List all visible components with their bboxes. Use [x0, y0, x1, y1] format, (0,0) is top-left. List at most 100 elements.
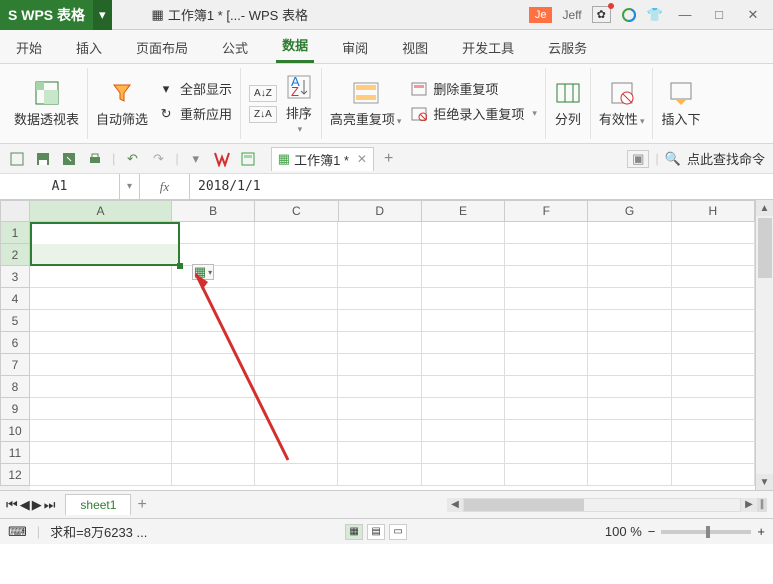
- cell-A12[interactable]: [30, 464, 172, 486]
- cell-B6[interactable]: [172, 332, 255, 354]
- col-header-B[interactable]: B: [172, 200, 255, 222]
- app-menu-dropdown[interactable]: ▾: [93, 0, 112, 30]
- cells-area[interactable]: 2018年1月2018年2月: [30, 222, 755, 486]
- cell-H8[interactable]: [672, 376, 755, 398]
- tab-view[interactable]: 视图: [396, 32, 434, 63]
- sort-button[interactable]: AZ 排序▾: [285, 73, 313, 135]
- row-header-4[interactable]: 4: [0, 288, 30, 310]
- validation-button[interactable]: 有效性▾: [599, 79, 645, 128]
- cell-E2[interactable]: [422, 244, 505, 266]
- cell-G10[interactable]: [588, 420, 671, 442]
- skin-icon[interactable]: 👕: [647, 7, 663, 23]
- row-header-5[interactable]: 5: [0, 310, 30, 332]
- cell-F1[interactable]: [505, 222, 588, 244]
- scroll-up-button[interactable]: ▲: [756, 200, 773, 216]
- fx-label[interactable]: fx: [140, 174, 190, 199]
- remove-dup-button[interactable]: 删除重复项: [411, 79, 537, 98]
- scroll-left-button[interactable]: ◀: [447, 498, 463, 512]
- cell-D4[interactable]: [338, 288, 421, 310]
- cell-A9[interactable]: [30, 398, 172, 420]
- cell-D12[interactable]: [338, 464, 421, 486]
- cell-E11[interactable]: [422, 442, 505, 464]
- cell-F8[interactable]: [505, 376, 588, 398]
- view-page-button[interactable]: ▤: [367, 524, 385, 540]
- formula-input[interactable]: 2018/1/1: [190, 174, 773, 199]
- cell-E7[interactable]: [422, 354, 505, 376]
- cell-E3[interactable]: [422, 266, 505, 288]
- cell-G2[interactable]: [588, 244, 671, 266]
- cell-F5[interactable]: [505, 310, 588, 332]
- cloud-icon[interactable]: [621, 7, 637, 23]
- sort-asc-button[interactable]: A↓Z: [249, 85, 277, 102]
- name-box-dropdown[interactable]: ▾: [120, 174, 140, 199]
- cell-D7[interactable]: [338, 354, 421, 376]
- input-mode-icon[interactable]: ⌨: [8, 524, 27, 540]
- minimize-button[interactable]: —: [673, 5, 697, 25]
- cell-B8[interactable]: [172, 376, 255, 398]
- cell-H5[interactable]: [672, 310, 755, 332]
- cell-H11[interactable]: [672, 442, 755, 464]
- cell-H7[interactable]: [672, 354, 755, 376]
- cell-A6[interactable]: [30, 332, 172, 354]
- save-button[interactable]: [34, 150, 52, 168]
- cell-H4[interactable]: [672, 288, 755, 310]
- cell-F2[interactable]: [505, 244, 588, 266]
- saveas-button[interactable]: [60, 150, 78, 168]
- cell-G7[interactable]: [588, 354, 671, 376]
- autofill-options-button[interactable]: ▦▾: [192, 264, 214, 280]
- cell-C11[interactable]: [255, 442, 338, 464]
- col-header-G[interactable]: G: [588, 200, 671, 222]
- cell-C6[interactable]: [255, 332, 338, 354]
- autofilter-button[interactable]: 自动筛选: [96, 79, 148, 128]
- row-header-2[interactable]: 2: [0, 244, 30, 266]
- hscroll-thumb[interactable]: [464, 499, 584, 511]
- cell-B4[interactable]: [172, 288, 255, 310]
- row-header-7[interactable]: 7: [0, 354, 30, 376]
- cell-C8[interactable]: [255, 376, 338, 398]
- cell-H10[interactable]: [672, 420, 755, 442]
- cell-A8[interactable]: [30, 376, 172, 398]
- tab-cloud[interactable]: 云服务: [542, 32, 593, 63]
- redo-button[interactable]: ↷: [149, 150, 167, 168]
- cell-E10[interactable]: [422, 420, 505, 442]
- name-box[interactable]: A1: [0, 174, 120, 199]
- cell-B1[interactable]: [172, 222, 255, 244]
- cell-H1[interactable]: [672, 222, 755, 244]
- insert-dropdown-button[interactable]: 插入下: [661, 79, 700, 128]
- tab-data[interactable]: 数据: [276, 29, 314, 63]
- cell-B11[interactable]: [172, 442, 255, 464]
- cell-G5[interactable]: [588, 310, 671, 332]
- cell-B12[interactable]: [172, 464, 255, 486]
- cell-D10[interactable]: [338, 420, 421, 442]
- print-button[interactable]: [86, 150, 104, 168]
- cell-F12[interactable]: [505, 464, 588, 486]
- close-button[interactable]: ✕: [741, 5, 765, 25]
- cell-D6[interactable]: [338, 332, 421, 354]
- sheet-tab-1[interactable]: sheet1: [65, 494, 131, 515]
- cell-C12[interactable]: [255, 464, 338, 486]
- cell-G6[interactable]: [588, 332, 671, 354]
- cell-F7[interactable]: [505, 354, 588, 376]
- cell-A11[interactable]: [30, 442, 172, 464]
- zoom-label[interactable]: 100 %: [605, 524, 642, 539]
- cell-B5[interactable]: [172, 310, 255, 332]
- split-button[interactable]: 分列: [554, 79, 582, 128]
- cell-D8[interactable]: [338, 376, 421, 398]
- zoom-in-button[interactable]: +: [757, 524, 765, 539]
- cell-A5[interactable]: [30, 310, 172, 332]
- cell-A7[interactable]: [30, 354, 172, 376]
- col-header-C[interactable]: C: [255, 200, 338, 222]
- cell-E6[interactable]: [422, 332, 505, 354]
- cell-F11[interactable]: [505, 442, 588, 464]
- cell-D11[interactable]: [338, 442, 421, 464]
- add-sheet-button[interactable]: +: [137, 496, 146, 514]
- reject-dup-button[interactable]: 拒绝录入重复项▾: [411, 104, 537, 123]
- tab-start[interactable]: 开始: [10, 32, 48, 63]
- add-workbook-button[interactable]: +: [384, 150, 393, 168]
- cell-A4[interactable]: [30, 288, 172, 310]
- row-header-6[interactable]: 6: [0, 332, 30, 354]
- fill-handle[interactable]: [177, 263, 183, 269]
- cell-G8[interactable]: [588, 376, 671, 398]
- tab-dev[interactable]: 开发工具: [456, 32, 520, 63]
- horizontal-scrollbar[interactable]: ◀ ▶ ∥: [447, 498, 767, 512]
